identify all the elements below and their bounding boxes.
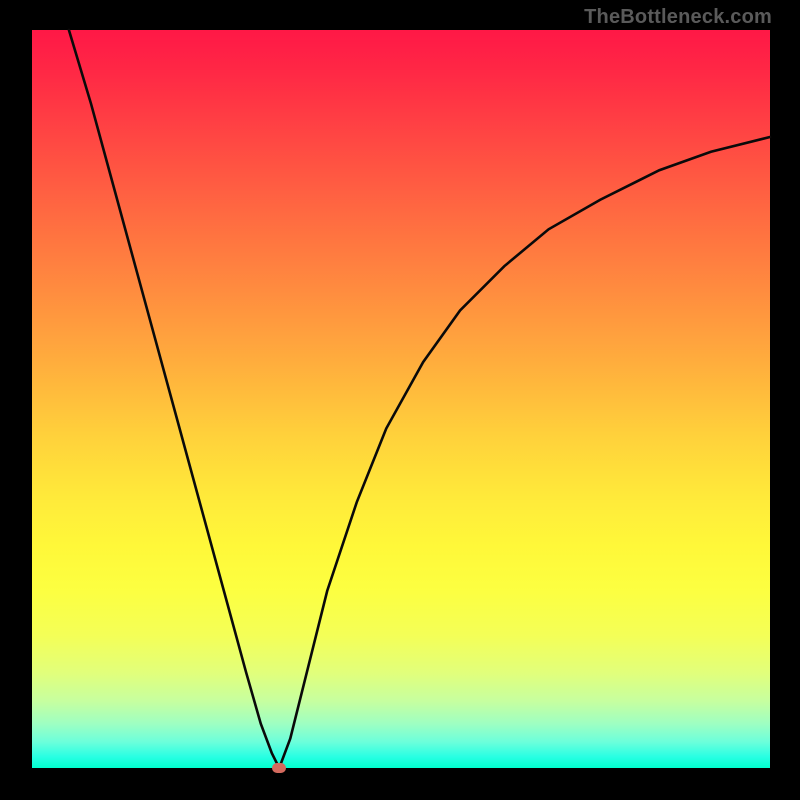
- plot-area: [32, 30, 770, 768]
- minimum-marker: [272, 763, 286, 773]
- watermark-text: TheBottleneck.com: [584, 6, 772, 29]
- bottleneck-curve-left: [69, 30, 279, 768]
- bottleneck-curve-right: [279, 137, 770, 768]
- chart-frame: TheBottleneck.com: [0, 0, 800, 800]
- curve-svg: [32, 30, 770, 768]
